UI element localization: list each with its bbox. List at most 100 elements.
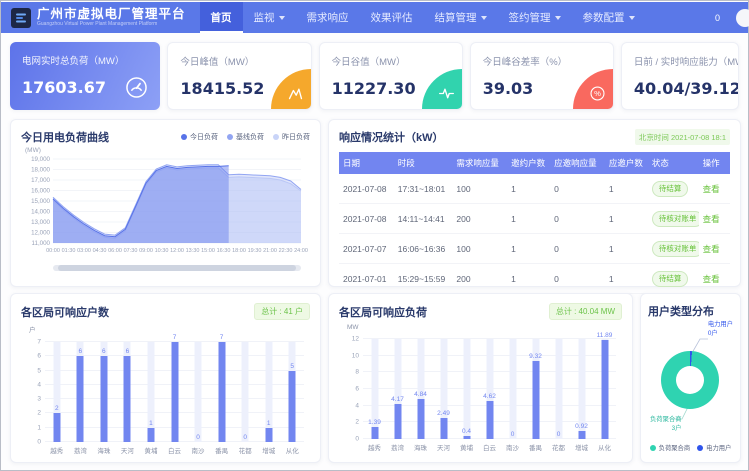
nav-item-2[interactable]: 需求响应 — [296, 2, 360, 33]
table-header-cell: 状态 — [648, 152, 699, 174]
nav-items: 首页监视需求响应效果评估结算管理签约管理参数配置 — [200, 2, 646, 33]
svg-text:15,000: 15,000 — [31, 198, 50, 205]
bar1-unit: 户 — [29, 324, 310, 334]
bar — [532, 361, 539, 439]
response-stats-title: 响应情况统计（kW） — [339, 129, 444, 145]
gauge-icon — [125, 76, 148, 99]
bar-category-label: 从化 — [280, 445, 304, 455]
bar-value-label: 7 — [220, 334, 224, 341]
bar — [53, 413, 60, 442]
kpi-label: 今日谷值（MW） — [332, 54, 450, 68]
nav-item-4[interactable]: 结算管理 — [424, 2, 498, 33]
bar-group: 1.39 — [363, 339, 386, 439]
legend-dot-icon — [273, 134, 279, 140]
bar — [417, 399, 424, 439]
bar-group: 4.62 — [478, 339, 501, 439]
bar — [440, 418, 447, 439]
bar — [578, 431, 585, 439]
svg-text:19:30: 19:30 — [248, 248, 262, 254]
legend-item-0[interactable]: 今日负荷 — [181, 132, 218, 142]
kpi-card-1: 今日峰值（MW）18415.52 — [167, 42, 311, 110]
view-link[interactable]: 查看 — [703, 244, 720, 254]
bar-category-label: 南沙 — [186, 445, 210, 455]
donut-legend: 负荷聚合商电力用户 — [648, 443, 733, 452]
bar — [147, 428, 154, 442]
bar-category-label: 番禺 — [210, 445, 234, 455]
user-type-card: 用户类型分布 电力用户 0户 负荷聚合商 3户 负荷聚合商电力用户 — [640, 293, 741, 463]
chart-zoom-slider[interactable] — [53, 265, 301, 271]
user-avatar[interactable] — [736, 9, 749, 27]
bar-value-label: 0.92 — [575, 423, 588, 430]
kpi-card-0: 电网实时总负荷（MW）17603.67 — [10, 42, 160, 110]
donut-legend-item-1[interactable]: 电力用户 — [697, 443, 731, 452]
svg-text:12,000: 12,000 — [31, 230, 50, 237]
nav-item-0[interactable]: 首页 — [200, 2, 243, 33]
view-link[interactable]: 查看 — [703, 274, 720, 284]
bar-value-label: 1 — [267, 420, 271, 427]
bar-group: 7 — [163, 342, 187, 442]
load-curve-legend: 今日负荷基线负荷昨日负荷 — [181, 132, 310, 142]
nav-item-5[interactable]: 签约管理 — [498, 2, 572, 33]
bar-category-label: 天河 — [432, 442, 455, 452]
table-row: 2021-07-0716:06~16:36100101待核对账单查看 — [339, 234, 730, 264]
bar1-total-badge: 总计 : 41 户 — [254, 303, 310, 320]
bar2-unit: MW — [347, 324, 622, 331]
svg-text:16:30: 16:30 — [217, 248, 231, 254]
svg-text:12:00: 12:00 — [170, 248, 184, 254]
bar-category-label: 白云 — [163, 445, 187, 455]
bar-group: 5 — [280, 342, 304, 442]
bar1-xlabels: 越秀荔湾海珠天河黄埔白云南沙番禺花都增城从化 — [45, 445, 304, 455]
bar-value-label: 9.32 — [529, 353, 542, 360]
bar-category-label: 花都 — [233, 445, 257, 455]
percent-gauge-icon: % — [573, 69, 613, 109]
response-table: 日期时段需求响应量邀约户数应邀响应量应邀户数状态操作 2021-07-0817:… — [339, 152, 730, 294]
bar-category-label: 荔湾 — [386, 442, 409, 452]
kpi-row: 电网实时总负荷（MW）17603.67今日峰值（MW）18415.52 今日谷值（… — [10, 42, 739, 110]
donut-legend-item-0[interactable]: 负荷聚合商 — [650, 443, 690, 452]
bar-group: 7 — [210, 342, 234, 442]
bar-value-label: 2.49 — [437, 410, 450, 417]
svg-text:24:00: 24:00 — [294, 248, 308, 254]
chart-zoom-handle[interactable] — [58, 265, 296, 271]
peak-curve-icon — [271, 69, 311, 109]
status-badge: 待结算 — [652, 271, 689, 287]
nav-item-6[interactable]: 参数配置 — [572, 2, 646, 33]
bar-category-label: 越秀 — [363, 442, 386, 452]
bar2-plot: 024681012 1.39 4.17 4.84 2.49 0.4 4.62 — [363, 339, 616, 439]
bar-group: 11.89 — [593, 339, 616, 439]
bar — [265, 428, 272, 442]
bar-group: 1 — [257, 342, 281, 442]
bar-value-label: 0 — [557, 431, 561, 438]
nav-item-1[interactable]: 监视 — [243, 2, 296, 33]
bar-category-label: 增城 — [570, 442, 593, 452]
app-title: 广州市虚拟电厂管理平台 — [37, 8, 186, 22]
svg-text:17,000: 17,000 — [31, 177, 50, 184]
bar-group: 0.4 — [455, 339, 478, 439]
svg-text:19,000: 19,000 — [31, 156, 50, 163]
bar-group: 0 — [186, 342, 210, 442]
svg-text:10:30: 10:30 — [155, 248, 169, 254]
svg-text:18:00: 18:00 — [232, 248, 246, 254]
bar2-title: 各区局可响应负荷 — [339, 304, 427, 320]
bar1-title: 各区局可响应户数 — [21, 304, 109, 320]
chevron-down-icon — [279, 16, 285, 20]
nav-item-3[interactable]: 效果评估 — [360, 2, 424, 33]
bar-category-label: 从化 — [593, 442, 616, 452]
status-badge: 待核对账单 — [652, 241, 699, 257]
view-link[interactable]: 查看 — [703, 214, 720, 224]
bar-value-label: 0 — [243, 434, 247, 441]
legend-item-1[interactable]: 基线负荷 — [227, 132, 264, 142]
bar-group: 0.92 — [570, 339, 593, 439]
donut-chart — [661, 351, 719, 409]
bar-group: 6 — [92, 342, 116, 442]
legend-item-2[interactable]: 昨日负荷 — [273, 132, 310, 142]
load-curve-card: 今日用电负荷曲线 今日负荷基线负荷昨日负荷 (MW) 11,00012,0001… — [10, 119, 321, 287]
view-link[interactable]: 查看 — [703, 184, 720, 194]
notification-count[interactable]: 0 — [715, 13, 720, 23]
table-header-cell: 日期 — [339, 152, 394, 174]
bar — [371, 427, 378, 439]
svg-text:21:00: 21:00 — [263, 248, 277, 254]
legend-dot-icon — [650, 445, 656, 451]
bar — [486, 401, 493, 440]
bar-group: 6 — [116, 342, 140, 442]
